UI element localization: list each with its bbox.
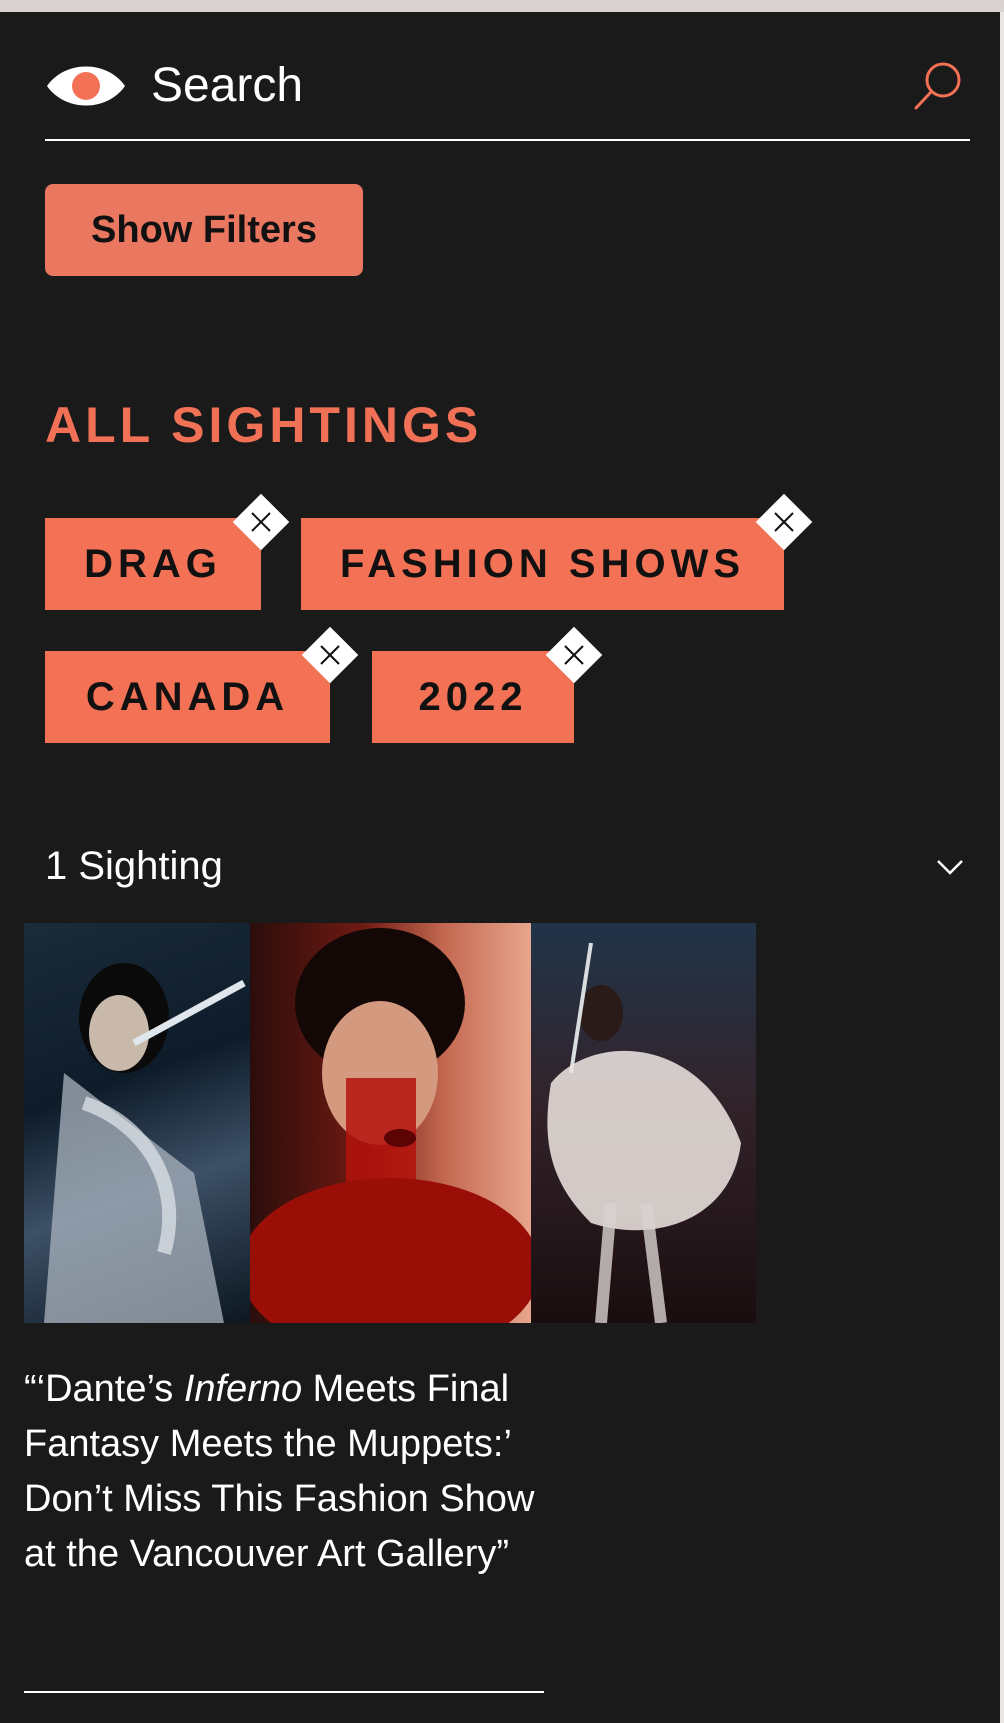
thumbnail-panel-center	[250, 923, 531, 1323]
results-count: 1 Sighting	[45, 844, 223, 888]
close-icon	[251, 512, 271, 532]
article-title-link[interactable]: “‘Dante’s Inferno Meets Final Fantasy Me…	[24, 1362, 544, 1582]
search-icon[interactable]	[912, 58, 966, 112]
remove-tag-button[interactable]	[232, 493, 290, 551]
show-filters-button[interactable]: Show Filters	[45, 184, 363, 276]
filter-tag-label: 2022	[418, 674, 528, 719]
article-thumbnail[interactable]	[24, 923, 756, 1323]
top-status-strip	[0, 0, 1004, 12]
search-bar	[45, 52, 970, 142]
article-divider	[24, 1691, 544, 1693]
filter-tag-2022: 2022	[372, 626, 603, 743]
thumbnail-panel-left	[24, 923, 250, 1323]
close-icon	[564, 645, 584, 665]
section-title: ALL SIGHTINGS	[45, 397, 483, 453]
filter-tag-label: DRAG	[84, 541, 222, 586]
filter-tag-label: FASHION SHOWS	[339, 541, 746, 586]
filter-tag-drag: DRAG	[45, 493, 290, 610]
remove-tag-button[interactable]	[301, 626, 359, 684]
filter-tag-canada: CANADA	[45, 626, 359, 743]
article-title-italic: Inferno	[183, 1368, 303, 1410]
remove-tag-button[interactable]	[755, 493, 813, 551]
chevron-down-icon[interactable]	[936, 858, 964, 876]
close-icon	[774, 512, 794, 532]
search-input[interactable]	[149, 52, 813, 118]
filter-tag-label: CANADA	[85, 674, 290, 719]
eye-icon	[47, 66, 125, 106]
filter-tag-fashion-shows: FASHION SHOWS	[301, 493, 813, 610]
search-underline	[45, 139, 970, 141]
article-title-start: “‘Dante’s	[24, 1368, 184, 1410]
close-icon	[320, 645, 340, 665]
remove-tag-button[interactable]	[545, 626, 603, 684]
scroll-edge	[1000, 12, 1004, 1723]
thumbnail-panel-right	[531, 923, 756, 1323]
